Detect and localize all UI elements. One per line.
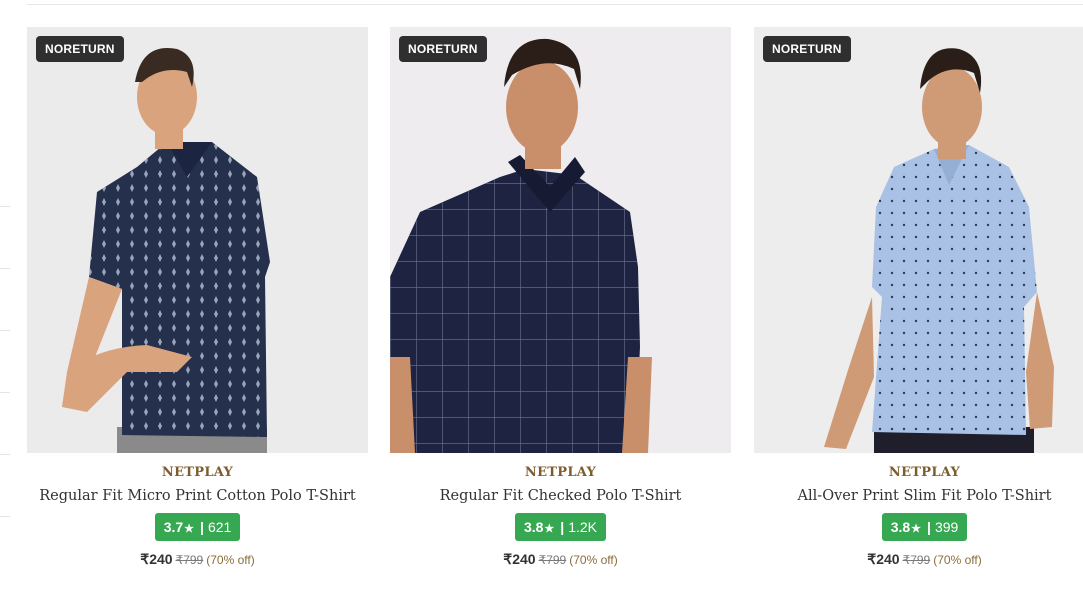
rating-value: 3.7 (163, 519, 184, 535)
discount-label: (70% off) (569, 553, 618, 567)
price-row: ₹240 ₹799 (70% off) (390, 551, 731, 568)
product-name[interactable]: Regular Fit Micro Print Cotton Polo T-Sh… (27, 488, 368, 504)
noreturn-badge: NORETURN (36, 36, 124, 62)
sale-price: ₹240 (503, 551, 536, 567)
product-brand: NETPLAY (888, 465, 961, 480)
product-brand: NETPLAY (161, 465, 234, 480)
discount-label: (70% off) (206, 553, 255, 567)
product-image[interactable]: NORETURN (390, 27, 731, 453)
price-row: ₹240 ₹799 (70% off) (754, 551, 1083, 568)
product-image[interactable]: NORETURN (754, 27, 1083, 453)
model-photo (62, 47, 270, 453)
rating-badge: 3.7★ | 621 (154, 513, 241, 541)
top-divider (27, 4, 1083, 5)
product-card[interactable]: NORETURN NETPLAY Regular Fit Micro Print… (27, 27, 368, 568)
star-icon: ★ (911, 523, 922, 535)
price-row: ₹240 ₹799 (70% off) (27, 551, 368, 568)
product-card[interactable]: NORETURN NETPLAY All-Over Print Slim Fit… (754, 27, 1083, 568)
model-photo (824, 48, 1054, 453)
noreturn-badge: NORETURN (763, 36, 851, 62)
rating-value: 3.8 (890, 519, 911, 535)
product-brand: NETPLAY (524, 465, 597, 480)
discount-label: (70% off) (933, 553, 982, 567)
product-image[interactable]: NORETURN (27, 27, 368, 453)
model-photo (390, 38, 652, 453)
original-price: ₹799 (175, 553, 204, 567)
original-price: ₹799 (538, 553, 567, 567)
rating-count: 621 (207, 519, 232, 535)
rating-value: 3.8 (523, 519, 544, 535)
original-price: ₹799 (902, 553, 931, 567)
rating-count: 1.2K (568, 519, 598, 535)
star-icon: ★ (544, 523, 555, 535)
left-scroll-edge (0, 0, 10, 589)
product-name[interactable]: Regular Fit Checked Polo T-Shirt (390, 488, 731, 504)
sale-price: ₹240 (867, 551, 900, 567)
sale-price: ₹240 (140, 551, 173, 567)
rating-count: 399 (934, 519, 959, 535)
product-card[interactable]: NORETURN NETPLAY Regular Fit Checked Pol… (390, 27, 731, 568)
rating-badge: 3.8★ | 1.2K (514, 513, 607, 541)
product-name[interactable]: All-Over Print Slim Fit Polo T-Shirt (754, 488, 1083, 504)
noreturn-badge: NORETURN (399, 36, 487, 62)
star-icon: ★ (184, 523, 195, 535)
rating-badge: 3.8★ | 399 (881, 513, 968, 541)
